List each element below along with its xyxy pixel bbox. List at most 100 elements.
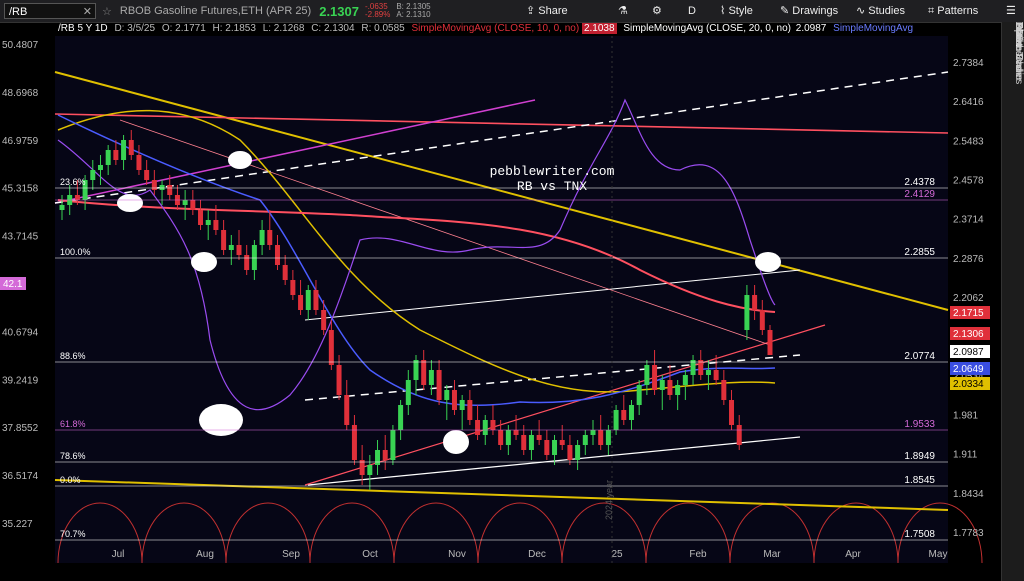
candle-body	[159, 185, 165, 190]
sma-more-label: SimpleMovingAvg	[833, 23, 914, 34]
candle-body	[274, 245, 280, 265]
fib-level-price: 1.9533	[904, 419, 935, 430]
x-axis-tick: Feb	[689, 549, 707, 560]
left-axis-tick: 43.7145	[2, 232, 39, 243]
candle-body	[328, 330, 334, 365]
left-axis-tick: 37.8552	[2, 423, 39, 434]
status-date: D: 3/5/25	[114, 23, 156, 34]
studies-button[interactable]: ∿ Studies	[856, 0, 905, 22]
highlight-ellipse	[228, 151, 252, 169]
fib-level-price: 1.7508	[904, 529, 935, 540]
candle-body	[505, 430, 511, 445]
flask-icon[interactable]: ⚗	[618, 0, 628, 22]
symbol-input[interactable]: /RB ✕	[4, 3, 96, 19]
candle-body	[582, 435, 588, 445]
settings-icon[interactable]: ⚙	[652, 0, 662, 22]
sma20-value: 2.0987	[795, 23, 827, 34]
candle-body	[336, 365, 342, 395]
x-axis-tick: Mar	[763, 549, 781, 560]
candle-body	[251, 245, 257, 270]
candle-body	[413, 360, 419, 380]
fib-level-price: 2.4378	[904, 177, 935, 188]
candle-body	[144, 170, 150, 180]
candle-body	[367, 465, 373, 475]
x-axis-tick: Aug	[196, 549, 214, 560]
candle-body	[282, 265, 288, 280]
candle-body	[752, 295, 758, 310]
patterns-icon: ⌗	[928, 5, 938, 17]
candle-body	[544, 440, 550, 455]
candle-body	[167, 185, 173, 195]
candle-body	[559, 440, 565, 445]
candle-body	[590, 430, 596, 435]
highlight-ellipse	[199, 404, 243, 436]
highlight-ellipse	[443, 430, 469, 454]
candle-body	[136, 155, 142, 170]
candle-body	[636, 385, 642, 405]
sma10-label: SimpleMovingAvg (CLOSE, 10, 0, no)	[411, 23, 580, 34]
right-axis-tick: 2.7384	[953, 58, 984, 69]
last-price: 2.1307	[319, 3, 359, 19]
candle-body	[267, 230, 273, 245]
fib-level-pct: 70.7%	[60, 529, 86, 539]
drawings-button[interactable]: ✎ Drawings	[780, 0, 838, 22]
studies-icon: ∿	[856, 5, 869, 17]
share-button[interactable]: ⇪ Share	[526, 0, 568, 22]
candle-body	[667, 380, 673, 395]
chart-subtitle: RB vs TNX	[517, 179, 587, 194]
left-axis-tick: 36.5174	[2, 471, 39, 482]
side-tab-l-2[interactable]: L 2	[1002, 22, 1024, 36]
clear-icon[interactable]: ✕	[83, 4, 92, 20]
price-chart[interactable]: 23.6% 2.43782.4129 100.0% 2.2855 88.6% 2.0774…	[0, 0, 1024, 581]
candle-body	[729, 400, 735, 425]
fib-level-price: 1.8949	[904, 451, 935, 462]
candle-body	[428, 370, 434, 385]
candle-body	[105, 150, 111, 165]
right-axis-tick: 1.981	[953, 411, 978, 422]
candle-body	[521, 435, 527, 450]
fib-level-pct: 23.6%	[60, 177, 86, 187]
status-symbol: /RB 5 Y 1D	[58, 23, 108, 34]
candle-body	[736, 425, 742, 445]
candle-body	[613, 410, 619, 430]
candle-body	[475, 420, 481, 435]
candle-body	[444, 390, 450, 400]
menu-icon[interactable]: ☰	[1006, 0, 1016, 22]
left-axis-tick: 46.9759	[2, 136, 39, 147]
drawings-icon: ✎	[780, 5, 793, 17]
x-axis-tick: Jul	[112, 549, 125, 560]
status-bar: /RB 5 Y 1D D: 3/5/25 O: 2.1771 H: 2.1853…	[0, 22, 1024, 36]
candle-body	[759, 310, 765, 330]
patterns-button[interactable]: ⌗ Patterns	[928, 0, 978, 22]
candle-body	[228, 245, 234, 250]
candle-body	[459, 400, 465, 410]
candle-body	[405, 380, 411, 405]
candle-body	[659, 380, 665, 390]
fib-level-pct: 88.6%	[60, 351, 86, 361]
candle-body	[344, 395, 350, 425]
candle-body	[321, 310, 327, 330]
fib-level-pct: 61.8%	[60, 419, 86, 429]
left-axis-marker: 42.1	[3, 279, 23, 290]
candle-body	[221, 230, 227, 250]
highlight-ellipse	[755, 252, 781, 272]
style-button[interactable]: ⌇ Style	[720, 0, 753, 22]
bid-ask: B: 2.1305 A: 2.1310	[396, 2, 431, 19]
candle-body	[121, 140, 127, 160]
symbol-description: RBOB Gasoline Futures,ETH (APR 25)	[119, 5, 312, 17]
candle-body	[436, 370, 442, 400]
candle-body	[682, 375, 688, 385]
star-icon[interactable]: ☆	[102, 5, 112, 18]
left-axis-tick: 35.227	[2, 519, 33, 530]
candle-body	[190, 200, 196, 210]
x-axis-tick: Sep	[282, 549, 300, 560]
candle-body	[705, 370, 711, 375]
candle-body	[575, 445, 581, 460]
right-axis-tick: 2.5483	[953, 136, 984, 147]
candle-body	[298, 295, 304, 310]
candle-body	[675, 385, 681, 395]
aggregation-button[interactable]: D	[688, 0, 696, 22]
candle-body	[290, 280, 296, 295]
candle-body	[621, 410, 627, 420]
candle-body	[205, 220, 211, 225]
